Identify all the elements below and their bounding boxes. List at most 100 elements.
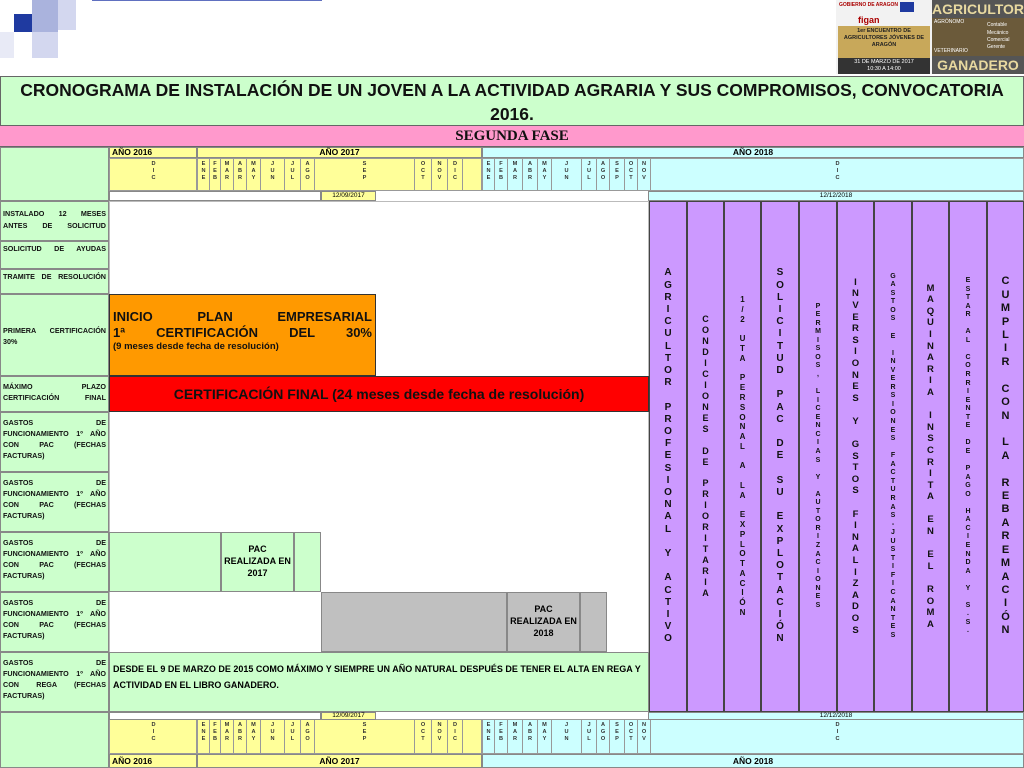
- logo-photo: AGRÓNOMO Contable Mecánico Comercial Ger…: [932, 18, 1024, 56]
- agricultor-text: AGRICULTOR: [932, 0, 1024, 18]
- requirement-text: 1 / 2 U T A P E R S O N A L A L A E X P …: [739, 295, 746, 617]
- month-cell: DIC: [448, 159, 463, 190]
- decor-square: [58, 0, 76, 30]
- pac-2018-post: [580, 592, 607, 652]
- row-label: TRAMITE DE RESOLUCIÓN: [0, 269, 109, 294]
- month-cell: DIC: [651, 720, 1024, 753]
- pac-2017-box: PAC REALIZADA EN 2017: [221, 532, 294, 592]
- year-2017-top: AÑO 2017: [197, 147, 482, 158]
- inicio-line-3: (9 meses desde fecha de resolución): [113, 341, 279, 352]
- event-date: 31 DE MARZO DE 2017: [854, 59, 914, 65]
- month-cell: MAR: [221, 159, 234, 190]
- requirement-column: C U M P L I R C O N L A R E B A R E M A …: [987, 201, 1024, 712]
- month-cell: JUN: [552, 159, 582, 190]
- date-row-top-blank: [109, 191, 321, 201]
- decor-square: [14, 14, 32, 32]
- event-logo: GOBIERNO DE ARAGON figan 1er ENCUENTRO D…: [836, 0, 1024, 74]
- certificacion-final-box: CERTIFICACIÓN FINAL (24 meses desde fech…: [109, 376, 649, 412]
- months-2016-top: DIC: [109, 158, 198, 191]
- header-blank: [0, 147, 109, 201]
- month-cell: FEB: [495, 159, 508, 190]
- date-1-bottom: 12/09/2017: [321, 712, 376, 720]
- requirement-column: S O L I C I T U D P A C D E S U E X P L …: [761, 201, 799, 712]
- event-line-1: 1er ENCUENTRO DE: [857, 28, 911, 34]
- month-cell: DIC: [110, 720, 198, 753]
- pac-2018-box: PAC REALIZADA EN 2018: [507, 592, 580, 652]
- requirement-text: A G R I C U L T O R P R O F E S I O N A …: [664, 267, 672, 645]
- event-line-2: AGRICULTORES JÓVENES DE: [843, 35, 925, 41]
- month-cell: DIC: [651, 159, 1024, 190]
- month-cell: ENE: [198, 720, 210, 753]
- year-2016-top: AÑO 2016: [109, 147, 197, 158]
- month-cell: FEB: [210, 159, 221, 190]
- month-cell: NOV: [432, 159, 448, 190]
- months-row-top: DIC ENEFEBMARABRMAYJUNJULAGOSEPOCTNOVDIC…: [109, 158, 1024, 191]
- month-cell: ABR: [523, 720, 538, 753]
- months-2018-top: ENEFEBMARABRMAYJUNJULAGOSEPOCTNOVDIC: [482, 158, 1024, 191]
- decor-square: [0, 32, 14, 58]
- requirement-column: C O N D I C I O N E S D E P R I O R I T …: [687, 201, 724, 712]
- requirement-text: C U M P L I R C O N L A R E B A R E M A …: [1000, 275, 1011, 637]
- requirement-text: M A Q U I N A R I A I N S C R I T A E N …: [926, 282, 935, 630]
- decor-square: [32, 0, 58, 32]
- row-label: GASTOS DE FUNCIONAMIENTO 1º AÑO CON REGA…: [0, 652, 109, 712]
- month-cell: MAY: [247, 720, 261, 753]
- month-cell: OCT: [415, 720, 432, 753]
- requirement-column: 1 / 2 U T A P E R S O N A L A L A E X P …: [724, 201, 761, 712]
- decor-square: [92, 0, 322, 1]
- month-cell: ABR: [523, 159, 538, 190]
- side-word: AGRÓNOMO: [934, 19, 965, 25]
- year-2018-top: AÑO 2018: [482, 147, 1024, 158]
- month-cell: JUL: [582, 159, 597, 190]
- month-cell: ABR: [234, 720, 247, 753]
- event-time: 10:30 A 14:00: [867, 66, 901, 72]
- months-2017-bottom: ENEFEBMARABRMAYJUNJULAGOSEPOCTNOVDIC: [197, 719, 482, 754]
- requirement-text: S O L I C I T U D P A C D E S U E X P L …: [776, 267, 784, 645]
- row-label: MÁXIMO PLAZO CERTIFICACIÓN FINAL: [0, 376, 109, 412]
- rega-note: DESDE EL 9 DE MARZO DE 2015 COMO MÁXIMO …: [109, 652, 649, 712]
- side-word: Mecánico: [987, 30, 1009, 36]
- month-cell: AGO: [597, 720, 610, 753]
- months-2017-top: ENEFEBMARABRMAYJUNJULAGOSEPOCTNOVDIC: [197, 158, 482, 191]
- inicio-line-2: 1ª CERTIFICACIÓN DEL 30%: [113, 325, 372, 340]
- event-date-box: 31 DE MARZO DE 2017 10:30 A 14:00: [838, 58, 930, 74]
- date-2-top: 12/12/2018: [648, 191, 1024, 201]
- page-title: CRONOGRAMA DE INSTALACIÓN DE UN JOVEN A …: [0, 76, 1024, 126]
- side-word: Comercial: [987, 37, 1010, 43]
- months-row-bottom: DIC ENEFEBMARABRMAYJUNJULAGOSEPOCTNOVDIC…: [109, 719, 1024, 754]
- date-2-bottom: 12/12/2018: [648, 712, 1024, 720]
- requirement-text: E S T A R A L C O R R I E N T E D E P A …: [965, 277, 971, 635]
- date-1-top: 12/09/2017: [321, 191, 376, 201]
- inicio-line-1: INICIO PLAN EMPRESARIAL: [113, 309, 372, 324]
- month-cell: MAY: [538, 159, 552, 190]
- month-cell: SEP: [315, 720, 415, 753]
- row-label: GASTOS DE FUNCIONAMIENTO 1º AÑO CON PAC …: [0, 412, 109, 472]
- side-word: Gerente: [987, 44, 1006, 50]
- year-2017-bottom: AÑO 2017: [197, 754, 482, 768]
- month-cell: AGO: [597, 159, 610, 190]
- month-cell: DIC: [110, 159, 198, 190]
- event-title: 1er ENCUENTRO DE AGRICULTORES JÓVENES DE…: [838, 26, 930, 58]
- month-cell: MAR: [508, 159, 523, 190]
- ganadero-text: GANADERO: [932, 56, 1024, 74]
- month-cell: SEP: [610, 159, 625, 190]
- row-label: GASTOS DE FUNCIONAMIENTO 1º AÑO CON PAC …: [0, 532, 109, 592]
- row-label: SOLICITUD DE AYUDAS: [0, 241, 109, 269]
- requirement-text: C O N D I C I O N E S D E P R I O R I T …: [701, 313, 709, 599]
- row-label: GASTOS DE FUNCIONAMIENTO 1º AÑO CON PAC …: [0, 592, 109, 652]
- gov-logo: GOBIERNO DE ARAGON: [839, 2, 898, 8]
- pac-2017-post: [294, 532, 321, 592]
- row-label: PRIMERA CERTIFICACIÓN 30%: [0, 294, 109, 376]
- requirement-column: P E R M I S O S , L I C E N C I A S Y A …: [799, 201, 837, 712]
- month-cell: ENE: [483, 159, 495, 190]
- requirement-text: G A S T O S E I N V E R S I O N E S F A …: [890, 272, 896, 639]
- month-cell: OCT: [625, 720, 638, 753]
- month-cell: FEB: [495, 720, 508, 753]
- month-cell: JUN: [552, 720, 582, 753]
- date-row-bottom-blank: [109, 712, 321, 720]
- month-cell: DIC: [448, 720, 463, 753]
- month-cell: JUL: [582, 720, 597, 753]
- requirement-column: G A S T O S E I N V E R S I O N E S F A …: [874, 201, 912, 712]
- pac-2017-pre: [109, 532, 221, 592]
- months-2018-bottom: ENEFEBMARABRMAYJUNJULAGOSEPOCTNOVDIC: [482, 719, 1024, 754]
